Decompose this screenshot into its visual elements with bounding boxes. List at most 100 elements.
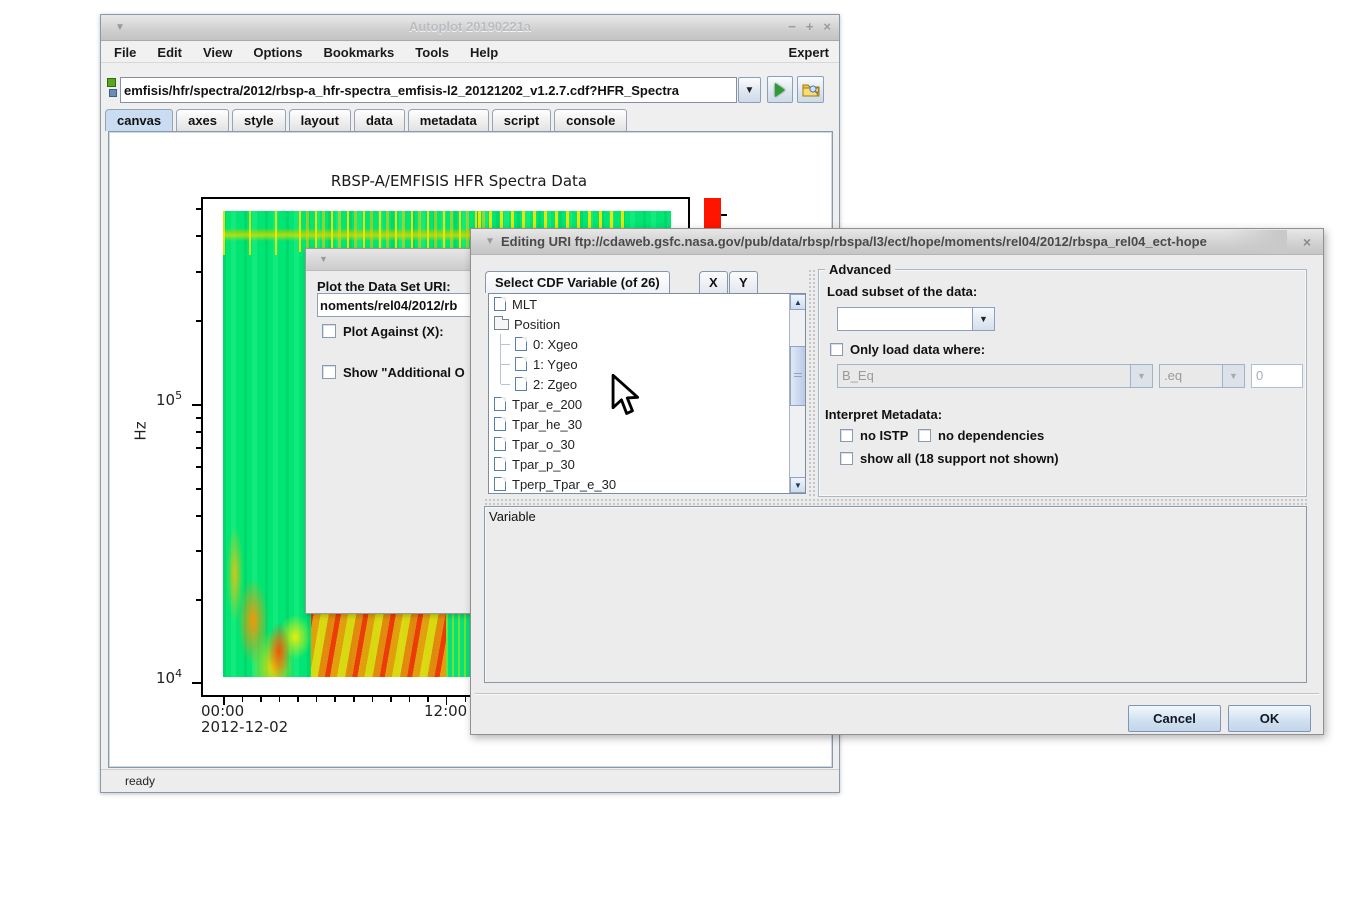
tab-script[interactable]: script	[492, 109, 551, 131]
chevron-down-icon: ▼	[972, 308, 994, 330]
tree-item-mlt[interactable]: MLT	[489, 294, 805, 314]
datasource-type-icon	[106, 76, 118, 102]
inspect-file-button[interactable]	[797, 76, 824, 103]
tree-item-tpar-p-30[interactable]: Tpar_p_30	[489, 454, 805, 474]
only-load-checkbox[interactable]	[830, 343, 843, 356]
advanced-group-title: Advanced	[825, 262, 895, 277]
menu-file[interactable]: File	[114, 45, 136, 60]
no-dependencies-checkbox[interactable]	[918, 429, 931, 442]
menu-options[interactable]: Options	[253, 45, 302, 60]
show-additional-checkbox[interactable]	[322, 365, 336, 379]
folder-search-icon	[802, 82, 820, 97]
cdf-variable-tree[interactable]: MLT Position 0: Xgeo 1: Ygeo 2: Zgeo Tpa…	[488, 293, 806, 494]
window-titlebar[interactable]: ▼ Autoplot 20190221a − + ×	[101, 15, 839, 41]
file-icon	[515, 377, 527, 391]
no-istp-checkbox[interactable]	[840, 429, 853, 442]
editing-uri-dialog: ▼ Editing URI ftp://cdaweb.gsfc.nasa.gov…	[470, 228, 1324, 735]
only-load-label: Only load data where:	[850, 342, 985, 357]
plot-title: RBSP-A/EMFISIS HFR Spectra Data	[259, 172, 659, 190]
tab-y[interactable]: Y	[729, 271, 758, 293]
no-istp-label: no ISTP	[860, 428, 908, 443]
menu-edit[interactable]: Edit	[157, 45, 182, 60]
chevron-down-icon: ▼	[1222, 365, 1244, 387]
editing-dialog-title: Editing URI ftp://cdaweb.gsfc.nasa.gov/p…	[501, 234, 1283, 249]
where-value-field[interactable]: 0	[1251, 364, 1303, 388]
menu-tools[interactable]: Tools	[415, 45, 449, 60]
scrollbar-thumb[interactable]	[790, 346, 806, 406]
editing-dialog-menu-icon[interactable]: ▼	[485, 236, 495, 247]
tree-item-xgeo[interactable]: 0: Xgeo	[489, 334, 805, 354]
file-icon	[494, 397, 506, 411]
expert-label[interactable]: Expert	[789, 45, 829, 60]
close-button[interactable]: ×	[823, 19, 831, 34]
subset-combobox[interactable]: ▼	[837, 307, 995, 331]
file-icon	[494, 437, 506, 451]
uri-address-input[interactable]	[120, 77, 737, 103]
file-icon	[494, 417, 506, 431]
chevron-down-icon: ▼	[745, 85, 755, 96]
vertical-splitter[interactable]	[808, 269, 816, 497]
file-icon	[515, 337, 527, 351]
tab-select-cdf-variable[interactable]: Select CDF Variable (of 26)	[485, 271, 670, 293]
cancel-button[interactable]: Cancel	[1128, 705, 1221, 732]
scroll-up-button[interactable]: ▲	[790, 294, 806, 310]
mouse-cursor	[608, 374, 644, 418]
x-axis-date-label: 2012-12-02	[201, 718, 288, 736]
y-tick-label-1e4: 104	[156, 667, 182, 687]
tree-item-ygeo[interactable]: 1: Ygeo	[489, 354, 805, 374]
load-subset-label: Load subset of the data:	[827, 284, 977, 299]
colorbar[interactable]	[704, 198, 721, 232]
tree-connector	[500, 374, 510, 384]
plot-against-checkbox[interactable]	[322, 324, 336, 338]
menu-view[interactable]: View	[203, 45, 232, 60]
plot-against-label: Plot Against (X):	[343, 324, 444, 339]
tab-data[interactable]: data	[354, 109, 405, 131]
chevron-down-icon: ▼	[1130, 365, 1152, 387]
tree-item-zgeo[interactable]: 2: Zgeo	[489, 374, 805, 394]
tree-connector	[500, 354, 510, 374]
tree-item-position[interactable]: Position	[489, 314, 805, 334]
file-icon	[515, 357, 527, 371]
maximize-button[interactable]: +	[806, 19, 814, 34]
tab-x[interactable]: X	[699, 271, 728, 293]
uri-dropdown-button[interactable]: ▼	[738, 77, 761, 103]
main-tab-bar: canvas axes style layout data metadata s…	[105, 109, 627, 131]
menu-help[interactable]: Help	[470, 45, 498, 60]
uri-dialog-menu-icon[interactable]: ▼	[319, 254, 328, 264]
minimize-button[interactable]: −	[788, 19, 796, 34]
title-fade	[1227, 230, 1287, 254]
tree-item-tpar-he-30[interactable]: Tpar_he_30	[489, 414, 805, 434]
tab-console[interactable]: console	[554, 109, 627, 131]
status-bar: ready	[101, 769, 839, 792]
tab-style[interactable]: style	[232, 109, 286, 131]
tree-item-tperp-tpar-e-30[interactable]: Tperp_Tpar_e_30	[489, 474, 805, 494]
menu-bookmarks[interactable]: Bookmarks	[323, 45, 394, 60]
tree-item-tpar-o-30[interactable]: Tpar_o_30	[489, 434, 805, 454]
ok-button[interactable]: OK	[1228, 705, 1311, 732]
tree-scrollbar[interactable]: ▲ ▼	[789, 294, 805, 493]
menu-bar: File Edit View Options Bookmarks Tools H…	[101, 42, 839, 63]
tab-layout[interactable]: layout	[289, 109, 351, 131]
tab-axes[interactable]: axes	[176, 109, 229, 131]
scroll-down-button[interactable]: ▼	[790, 477, 806, 493]
show-additional-label: Show "Additional O	[343, 365, 465, 380]
where-field-combobox[interactable]: B_Eq ▼	[837, 364, 1153, 388]
go-plot-button[interactable]	[767, 76, 793, 103]
editing-dialog-close-button[interactable]: ×	[1303, 234, 1311, 250]
show-all-checkbox[interactable]	[840, 452, 853, 465]
horizontal-splitter[interactable]	[484, 498, 1307, 505]
advanced-group: Advanced Load subset of the data: ▼ Only…	[818, 269, 1307, 497]
uri-dialog-label: Plot the Data Set URI:	[317, 279, 451, 294]
file-icon	[494, 457, 506, 471]
where-op-combobox[interactable]: .eq ▼	[1159, 364, 1245, 388]
y-tick-label-1e5: 105	[156, 389, 182, 409]
editing-dialog-titlebar[interactable]: ▼ Editing URI ftp://cdaweb.gsfc.nasa.gov…	[471, 229, 1323, 255]
play-icon	[775, 83, 785, 97]
tab-canvas[interactable]: canvas	[105, 109, 173, 131]
button-separator	[475, 693, 1319, 695]
tab-metadata[interactable]: metadata	[408, 109, 489, 131]
x-tick-label-1200: 12:00	[424, 702, 467, 720]
y-axis-title: Hz	[132, 421, 150, 440]
folder-icon	[494, 319, 509, 330]
tree-item-tpar-e-200[interactable]: Tpar_e_200	[489, 394, 805, 414]
